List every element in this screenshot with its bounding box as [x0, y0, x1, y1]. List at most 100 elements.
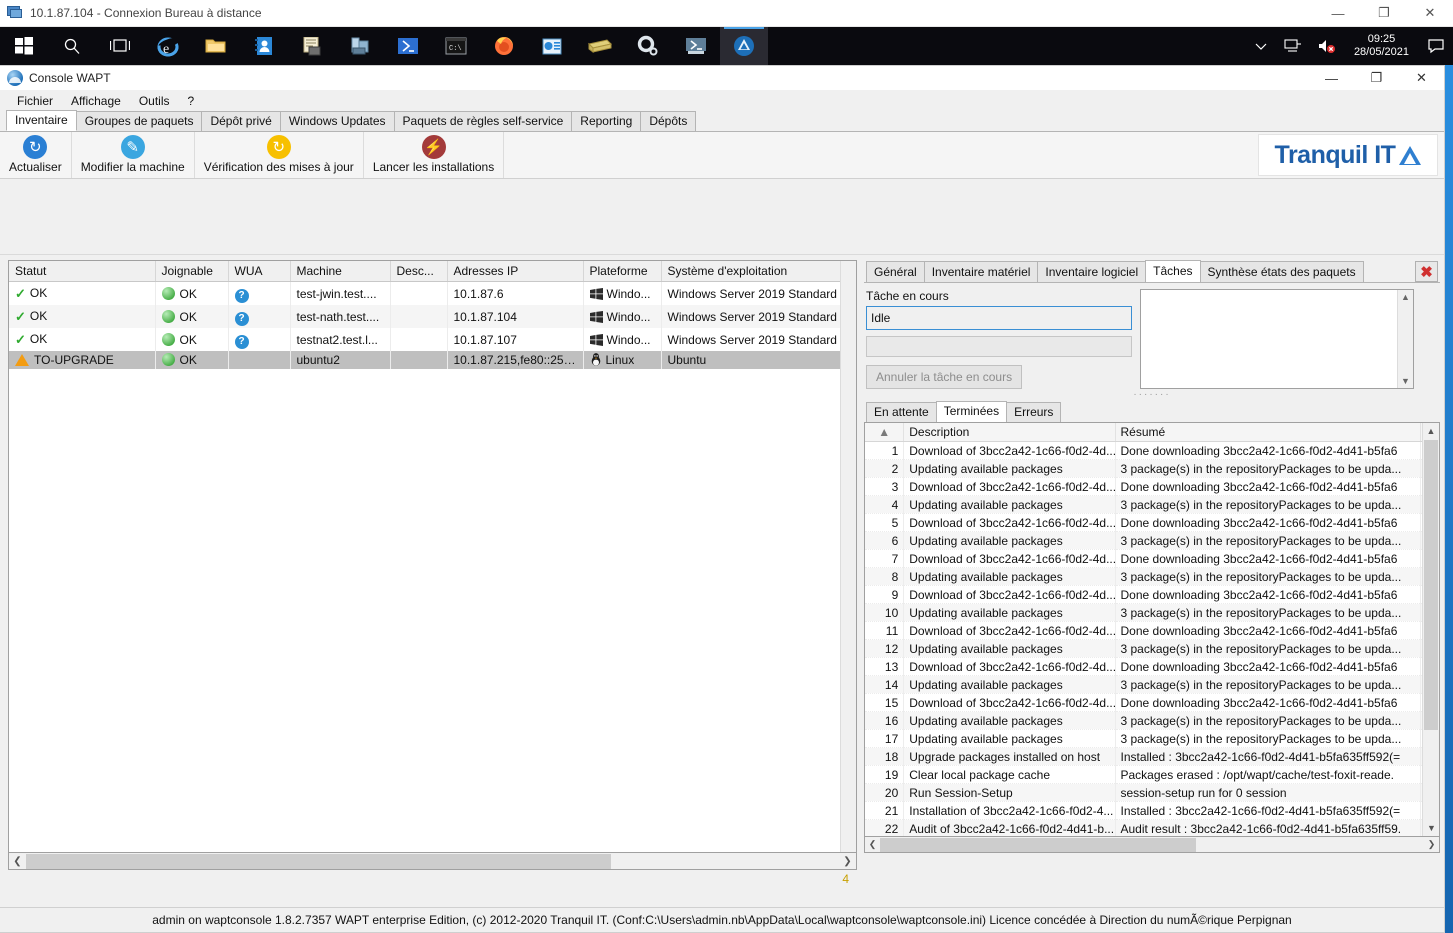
col-sort-indicator[interactable]: ▲	[865, 423, 905, 442]
table-row[interactable]: 14 Updating available packages 3 package(s…	[865, 675, 1439, 694]
col-resume[interactable]: Résumé	[1115, 423, 1421, 442]
tab-inventaire-logiciel[interactable]: Inventaire logiciel	[1037, 261, 1147, 282]
scroll-thumb[interactable]	[1424, 440, 1438, 730]
table-row[interactable]: 8 Updating available packages 3 package(s)…	[865, 567, 1439, 586]
table-row[interactable]: 6 Updating available packages 3 package(s)…	[865, 531, 1439, 550]
table-row[interactable]: 1 Download of 3bcc2a42-1c66-f0d2-4d... Don…	[865, 441, 1439, 460]
table-row[interactable]: 20 Run Session-Setup session-setup run for…	[865, 783, 1439, 802]
table-row[interactable]: 21 Installation of 3bcc2a42-1c66-f0d2-4..…	[865, 801, 1439, 820]
col-description[interactable]: Description	[903, 423, 1116, 442]
tab-inventaire-materiel[interactable]: Inventaire matériel	[923, 261, 1039, 282]
table-row[interactable]: 13 Download of 3bcc2a42-1c66-f0d2-4d... Do…	[865, 657, 1439, 676]
menu-fichier[interactable]: Fichier	[8, 92, 62, 110]
scroll-thumb[interactable]	[880, 837, 1196, 852]
table-row[interactable]: ✓ OK OK ? test-nath.test.... 10.1.87.104 …	[9, 305, 856, 328]
tab-reporting[interactable]: Reporting	[571, 111, 642, 131]
network-icon[interactable]	[1276, 27, 1310, 65]
chevron-up-icon[interactable]	[1246, 27, 1276, 65]
chevron-down-icon[interactable]: ▼	[1401, 376, 1410, 386]
chevron-down-icon[interactable]: ▼	[1423, 820, 1439, 836]
table-row[interactable]: 15 Download of 3bcc2a42-1c66-f0d2-4d... Do…	[865, 693, 1439, 712]
table-row[interactable]: ✓ OK OK ? test-jwin.test.... 10.1.87.6 Wi…	[9, 281, 856, 305]
notification-icon[interactable]	[1419, 27, 1453, 65]
tab-windows-updates[interactable]: Windows Updates	[279, 111, 395, 131]
server-manager-icon[interactable]	[336, 27, 384, 65]
table-row[interactable]: 5 Download of 3bcc2a42-1c66-f0d2-4d... Don…	[865, 513, 1439, 532]
check-updates-button[interactable]: ↻ Vérification des mises à jour	[195, 132, 364, 178]
splitter-handle[interactable]: ·······	[864, 389, 1440, 401]
wapt-close-button[interactable]: ✕	[1399, 66, 1444, 90]
scroll-right-icon[interactable]: ❯	[1424, 839, 1439, 850]
contacts-icon[interactable]	[240, 27, 288, 65]
subtab-terminees[interactable]: Terminées	[935, 401, 1008, 422]
table-row[interactable]: 7 Download of 3bcc2a42-1c66-f0d2-4d... Don…	[865, 549, 1439, 568]
subtab-en-attente[interactable]: En attente	[866, 402, 937, 422]
col-plateforme[interactable]: Plateforme	[583, 261, 662, 282]
briefcase-icon[interactable]	[576, 27, 624, 65]
tab-paquets-regles-self-service[interactable]: Paquets de règles self-service	[393, 111, 573, 131]
scroll-right-icon[interactable]: ❯	[839, 854, 856, 869]
search-icon[interactable]	[48, 27, 96, 65]
internet-explorer-icon[interactable]: e	[144, 27, 192, 65]
edit-machine-button[interactable]: ✎ Modifier la machine	[72, 132, 195, 178]
table-row[interactable]: 4 Updating available packages 3 package(s)…	[865, 495, 1439, 514]
current-task-input[interactable]	[866, 306, 1132, 330]
presentation-icon[interactable]	[528, 27, 576, 65]
table-row[interactable]: 11 Download of 3bcc2a42-1c66-f0d2-4d... Do…	[865, 621, 1439, 640]
col-wua[interactable]: WUA	[228, 261, 291, 282]
file-explorer-icon[interactable]	[192, 27, 240, 65]
tab-synthese-etats-paquets[interactable]: Synthèse états des paquets	[1199, 261, 1364, 282]
wapt-console-icon[interactable]	[720, 27, 768, 65]
cancel-task-button[interactable]: Annuler la tâche en cours	[866, 365, 1023, 389]
rdp-minimize-button[interactable]: —	[1315, 0, 1361, 27]
table-row[interactable]: 18 Upgrade packages installed on host Inst…	[865, 747, 1439, 766]
table-row[interactable]: 3 Download of 3bcc2a42-1c66-f0d2-4d... Don…	[865, 477, 1439, 496]
menu-affichage[interactable]: Affichage	[62, 92, 130, 110]
table-row[interactable]: 17 Updating available packages 3 package(s…	[865, 729, 1439, 748]
col-adresses-ip[interactable]: Adresses IP	[447, 261, 584, 282]
table-row[interactable]: 9 Download of 3bcc2a42-1c66-f0d2-4d... Don…	[865, 585, 1439, 604]
settings-gear-icon[interactable]	[624, 27, 672, 65]
scroll-track[interactable]	[26, 853, 839, 869]
table-row[interactable]: 22 Audit of 3bcc2a42-1c66-f0d2-4d41-b... A…	[865, 819, 1439, 836]
close-details-button[interactable]: ✖	[1415, 261, 1438, 282]
chevron-up-icon[interactable]: ▲	[1423, 423, 1439, 439]
powershell-ise-icon[interactable]	[672, 27, 720, 65]
tab-depots[interactable]: Dépôts	[640, 111, 697, 131]
tab-depot-prive[interactable]: Dépôt privé	[201, 111, 281, 131]
table-row[interactable]: 16 Updating available packages 3 package(s…	[865, 711, 1439, 730]
scroll-left-icon[interactable]: ❮	[865, 839, 880, 850]
chevron-up-icon[interactable]: ▲	[1401, 292, 1410, 302]
col-joignable[interactable]: Joignable	[155, 261, 229, 282]
col-machine[interactable]: Machine	[290, 261, 391, 282]
wapt-maximize-button[interactable]: ❐	[1354, 66, 1399, 90]
table-row[interactable]: 19 Clear local package cache Packages eras…	[865, 765, 1439, 784]
volume-muted-icon[interactable]	[1310, 27, 1344, 65]
table-row[interactable]: 10 Updating available packages 3 package(s…	[865, 603, 1439, 622]
start-button[interactable]	[0, 27, 48, 65]
task-log-scrollbar[interactable]: ▲ ▼	[1397, 290, 1413, 388]
command-prompt-icon[interactable]: C:\	[432, 27, 480, 65]
taskbar-clock[interactable]: 09:25 28/05/2021	[1344, 27, 1419, 65]
machines-horizontal-scrollbar[interactable]: ❮ ❯	[8, 853, 857, 870]
table-row[interactable]: ✓ OK OK ? testnat2.test.l... 10.1.87.107 …	[9, 328, 856, 351]
tab-general[interactable]: Général	[866, 261, 925, 282]
rdp-maximize-button[interactable]: ❐	[1361, 0, 1407, 27]
firefox-icon[interactable]	[480, 27, 528, 65]
table-row[interactable]: 12 Updating available packages 3 package(s…	[865, 639, 1439, 658]
launch-install-button[interactable]: ⚡ Lancer les installations	[364, 132, 505, 178]
table-row[interactable]: 2 Updating available packages 3 package(s)…	[865, 459, 1439, 478]
powershell-icon[interactable]	[384, 27, 432, 65]
subtab-erreurs[interactable]: Erreurs	[1006, 402, 1062, 422]
wapt-minimize-button[interactable]: —	[1309, 66, 1354, 90]
col-desc[interactable]: Desc...	[390, 261, 448, 282]
col-systeme-exploitation[interactable]: Système d'exploitation	[661, 261, 847, 282]
tab-groupes-de-paquets[interactable]: Groupes de paquets	[75, 111, 203, 131]
notepad-icon[interactable]	[288, 27, 336, 65]
tasks-vertical-scrollbar[interactable]: ▲ ▼	[1422, 423, 1439, 836]
refresh-button[interactable]: ↻ Actualiser	[0, 132, 72, 178]
rdp-close-button[interactable]: ✕	[1407, 0, 1453, 27]
tab-taches[interactable]: Tâches	[1145, 260, 1201, 282]
menu-outils[interactable]: Outils	[130, 92, 179, 110]
scroll-left-icon[interactable]: ❮	[9, 854, 26, 869]
